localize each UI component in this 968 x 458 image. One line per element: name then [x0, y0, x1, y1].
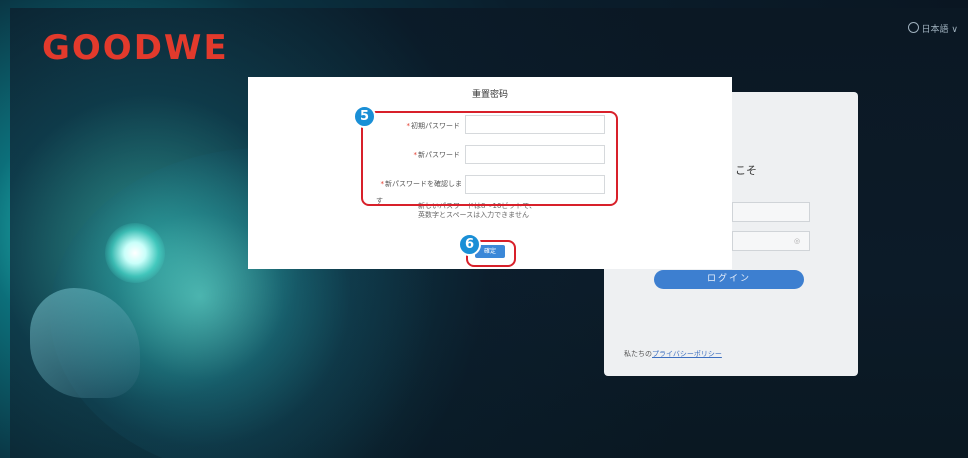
step5-badge: 5 — [353, 105, 376, 128]
globe-icon — [907, 22, 919, 33]
touch-glow — [105, 223, 165, 283]
privacy-prefix: 私たちの — [624, 350, 652, 358]
goodwe-logo: GOODWE — [42, 28, 229, 68]
step6-badge: 6 — [458, 233, 481, 256]
language-selector[interactable]: 日本語 ∨ — [907, 22, 958, 35]
language-label: 日本語 ∨ — [921, 25, 958, 35]
privacy-policy-link[interactable]: プライバシーポリシー — [652, 350, 722, 358]
hint-line-2: 英数字とスペースは入力できません — [418, 211, 529, 219]
welcome-text: こそ — [735, 164, 757, 177]
dialog-title: 重置密码 — [471, 90, 508, 100]
eye-icon[interactable]: ◎ — [794, 237, 800, 245]
username-field[interactable] — [732, 202, 810, 222]
login-button[interactable]: ログイン — [654, 270, 804, 289]
step5-highlight — [361, 111, 618, 206]
privacy-notice: 私たちのプライバシーポリシー — [624, 349, 722, 359]
login-screen: GOODWE 日本語 ∨ こそ ◎ ログイン 私たちのプライバシーポリシー 重置… — [0, 0, 968, 458]
